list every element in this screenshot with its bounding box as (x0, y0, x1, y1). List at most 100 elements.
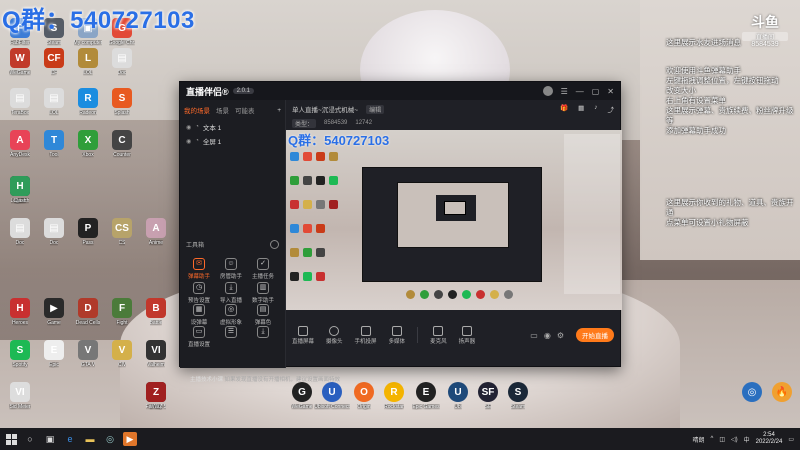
desktop-icon[interactable]: V GTA V (70, 340, 106, 368)
tool-button[interactable]: ⤓ 导入直播 (216, 282, 246, 304)
edit-tag[interactable]: 编辑 (366, 104, 385, 114)
grid-icon[interactable]: ▦ (578, 104, 584, 114)
tool-button[interactable]: ⤓ (248, 326, 278, 340)
desktop-icon[interactable]: E Epic Games (408, 382, 444, 410)
tab-scene[interactable]: 场景 (216, 105, 229, 115)
layer-item[interactable]: ◉ ◔ 全屏 1 (180, 134, 285, 148)
speaker-button[interactable]: 扬声器 (459, 325, 475, 345)
toolbox-settings-icon[interactable] (270, 240, 279, 249)
desktop-icon[interactable]: C Counter (104, 130, 140, 158)
tray-weather[interactable]: 晴朗 (692, 435, 704, 444)
screen-capture-button[interactable]: 直播屏幕 (292, 325, 314, 345)
tool-button[interactable]: ▤ 弹幕色 (248, 304, 278, 326)
tab-my-scene[interactable]: 我的场景 (184, 105, 210, 115)
notification-icon[interactable]: ▭ (788, 436, 794, 443)
desktop-icon[interactable]: S Splash (104, 88, 140, 116)
stream-preview[interactable]: Q群：540727103 (286, 130, 622, 310)
desktop-icon[interactable]: U Ubisoft Connect (314, 382, 350, 410)
phone-cast-button[interactable]: 手机投屏 (355, 325, 377, 345)
eye-icon[interactable]: ◉ (186, 138, 191, 145)
category-tag[interactable]: 类型： (292, 118, 317, 128)
tool-button[interactable]: ▥ 数字助手 (248, 282, 278, 304)
desktop-icon[interactable]: S Spotify (2, 340, 38, 368)
desktop-icon[interactable]: D Dead Cells (70, 298, 106, 326)
chevron-up-icon[interactable]: ^ (710, 436, 713, 442)
minimize-icon[interactable]: — (576, 87, 584, 96)
desktop-icon[interactable]: ▤ LOL (36, 88, 72, 116)
live-companion-taskbar-icon[interactable]: ▶ (123, 432, 137, 446)
bell-icon[interactable]: ♪ (594, 104, 597, 114)
maximize-icon[interactable]: ▢ (592, 87, 600, 96)
desktop-icon[interactable]: ▤ TeraBox (2, 88, 38, 116)
file-explorer-icon[interactable]: ▬ (83, 432, 97, 446)
desktop-icon[interactable]: A Anime (138, 218, 174, 246)
media-button[interactable]: 多媒体 (389, 325, 405, 345)
volume-icon[interactable]: ◁) (731, 436, 738, 443)
close-icon[interactable]: ✕ (607, 87, 614, 96)
tool-button[interactable]: ☰ (216, 326, 246, 340)
layer-item[interactable]: ◉ ◔ 文本 1 (180, 120, 285, 134)
eye-icon[interactable]: ◉ (544, 331, 551, 340)
desktop-icon[interactable]: ▤ Doc (104, 48, 140, 76)
live-companion-window[interactable]: 直播伴侣® 2.0.1 ☰ — ▢ ✕ 我的场景 场景 可能表 + ◉ ◔ 文本… (179, 81, 622, 383)
desktop-icon[interactable]: T Tool (36, 130, 72, 158)
steam-taskbar-icon[interactable]: ◎ (103, 432, 117, 446)
window-titlebar[interactable]: 直播伴侣® 2.0.1 ☰ — ▢ ✕ (180, 82, 620, 100)
desktop-icon[interactable]: R Rockstar (376, 382, 412, 410)
desktop-icon-label: Anime (148, 240, 164, 246)
desktop-icon[interactable]: CF CF (36, 48, 72, 76)
ime-lang[interactable]: 中 (744, 435, 750, 444)
desktop-icon[interactable]: B Battle (138, 298, 174, 326)
desktop-icon[interactable]: ▤ Doc (2, 218, 38, 246)
tip-text[interactable]: 如果发现直播没有开播相机，建议设置画面特效 (225, 377, 341, 383)
desktop-icon[interactable]: W WeGame (2, 48, 38, 76)
camera-button[interactable]: 摄像头 (326, 325, 343, 345)
desktop-icon[interactable]: H Clash (2, 176, 38, 204)
network-icon[interactable]: ◫ (719, 436, 725, 443)
desktop-icon[interactable]: V CIV (104, 340, 140, 368)
desktop-icon[interactable]: S Steam (500, 382, 536, 410)
menu-icon[interactable]: ☰ (561, 87, 568, 96)
desktop-icon[interactable]: CS CS (104, 218, 140, 246)
tool-button[interactable]: ◷ 预告设置 (184, 282, 214, 304)
settings-icon[interactable]: ⚙ (557, 331, 564, 340)
desktop-icon[interactable]: 🔥 (764, 382, 800, 402)
edge-icon[interactable]: e (63, 432, 77, 446)
desktop-icon[interactable]: X Xbox (70, 130, 106, 158)
tool-button[interactable]: ◎ 虚拟形象 (216, 304, 246, 326)
desktop-icon[interactable]: P Pass (70, 218, 106, 246)
clock[interactable]: 2:54 2022/2/24 (756, 432, 783, 446)
task-view-icon[interactable]: ▣ (43, 432, 57, 446)
share-icon[interactable]: ⤴ (608, 104, 615, 114)
avatar[interactable] (542, 86, 553, 96)
tool-button[interactable]: ▭ 直播设置 (184, 326, 214, 348)
tool-button[interactable]: ✉ 弹幕助手 (184, 258, 214, 280)
desktop-icon[interactable]: Z WWZ (138, 382, 174, 410)
lock-icon[interactable]: ◔ (195, 138, 199, 144)
tab-other[interactable]: 可能表 (235, 105, 255, 115)
windows-start-icon[interactable] (6, 433, 17, 445)
tool-button[interactable]: ✓ 主播任务 (248, 258, 278, 280)
app-icon: L (78, 48, 98, 68)
desktop-icon[interactable]: L LOL (70, 48, 106, 76)
record-icon[interactable]: ▭ (530, 331, 538, 340)
search-icon[interactable]: ○ (23, 432, 37, 446)
start-live-button[interactable]: 开始直播 (576, 328, 614, 342)
tool-button[interactable]: ▦ 设弹幕 (184, 304, 214, 326)
add-scene-icon[interactable]: + (277, 107, 281, 114)
desktop-icon[interactable]: VI Sid Meier (2, 382, 38, 410)
desktop-icon[interactable]: F Fight (104, 298, 140, 326)
desktop-icon[interactable]: A AnyDesk (2, 130, 38, 158)
desktop-icon[interactable]: E Epic (36, 340, 72, 368)
microphone-button[interactable]: 麦克风 (430, 325, 447, 345)
desktop-icon[interactable]: ▶ Game (36, 298, 72, 326)
desktop-icon[interactable]: R Radeon (70, 88, 106, 116)
lock-icon[interactable]: ◔ (195, 124, 199, 130)
desktop-icon[interactable]: ▤ Doc (36, 218, 72, 246)
stream-title[interactable]: 单人直播~沉浸式机械~ (292, 104, 358, 114)
desktop-icon[interactable]: H Heroes (2, 298, 38, 326)
tool-button[interactable]: ☺ 房管助手 (216, 258, 246, 280)
gift-icon[interactable]: 🎁 (560, 104, 568, 114)
desktop-icon[interactable]: VI Valheim (138, 340, 174, 368)
eye-icon[interactable]: ◉ (186, 124, 191, 131)
